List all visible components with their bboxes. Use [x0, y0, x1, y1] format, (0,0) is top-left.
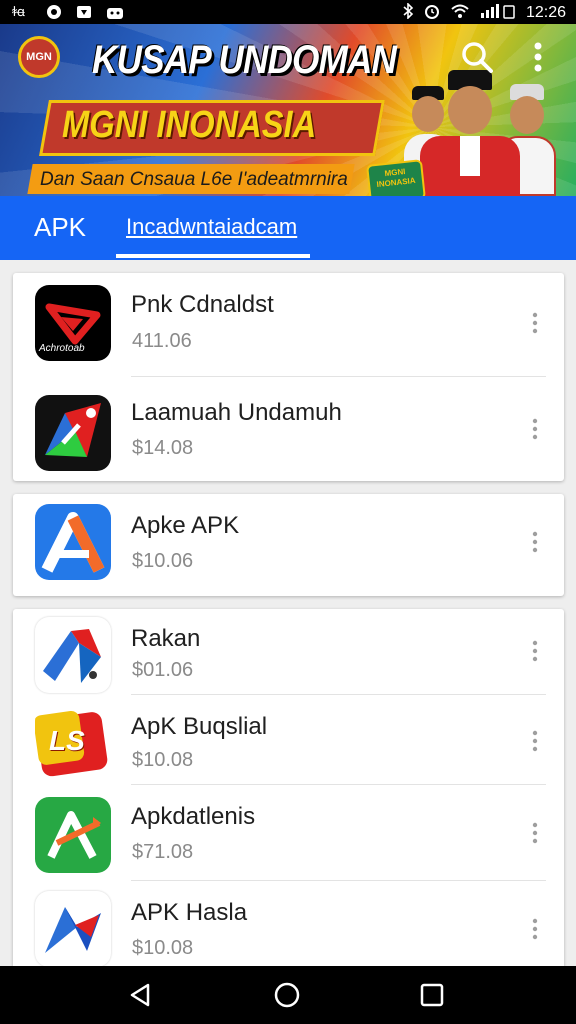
app-list-item[interactable]: Achrotoab Pnk Cdnaldst 411.06 [13, 273, 564, 377]
item-more-icon[interactable] [527, 729, 543, 753]
icon-caption: Achrotoab [39, 343, 85, 354]
message-icon [76, 4, 92, 23]
search-icon[interactable] [460, 40, 494, 74]
banner-tagline: Dan Saan Cnsaua L6e I'adeatmrnira [40, 169, 348, 190]
tab-bar: APK Incadwntaiadcam [0, 196, 576, 260]
app-name: APK Hasla [131, 899, 248, 926]
banner-subtitle: MGNI INONASIA [62, 104, 317, 146]
item-more-icon[interactable] [527, 417, 543, 441]
signal-icon [480, 3, 516, 22]
letter-a-logo-icon [35, 504, 111, 580]
navigation-bar [0, 966, 576, 1024]
bluetooth-icon [402, 2, 414, 22]
clock-time: 12:26 [525, 3, 566, 21]
app-name: Apke APK [131, 512, 240, 539]
alarm-icon [424, 3, 440, 22]
banner-badge: MGNI INONASIA [366, 159, 426, 196]
app-price: $14.08 [132, 437, 194, 459]
app-list-card: Achrotoab Pnk Cdnaldst 411.06 Laamuah Un… [13, 273, 564, 481]
app-list-card: Rakan $01.06 LS ApK Buqslial $10.08 Apkd… [13, 609, 564, 969]
notification-icon: ꬸꬰ [12, 3, 32, 24]
app-name: Laamuah Undamuh [131, 399, 342, 426]
more-options-icon[interactable] [528, 40, 548, 74]
app-list-item[interactable]: APK Hasla $10.08 [13, 881, 564, 969]
app-list-item[interactable]: Apke APK $10.06 [13, 494, 564, 596]
app-name: Rakan [131, 625, 201, 652]
app-list-item[interactable]: Rakan $01.06 [13, 609, 564, 695]
icon-caption: LS [49, 725, 85, 756]
blue-arrow-logo-icon [35, 891, 111, 967]
ls-letters-logo-icon: LS [35, 707, 111, 783]
app-name: Apkdatlenis [131, 803, 256, 830]
svg-text:ꬸꬰ: ꬸꬰ [12, 5, 25, 19]
app-logo[interactable]: MGN [18, 36, 60, 78]
app-price: $10.06 [132, 550, 194, 572]
app-list-item[interactable]: Apkdatlenis $71.08 [13, 785, 564, 881]
app-price: $71.08 [132, 841, 194, 863]
item-more-icon[interactable] [527, 639, 543, 663]
app-price: 411.06 [132, 330, 192, 352]
item-more-icon[interactable] [527, 821, 543, 845]
status-bar: ꬸꬰ 12:26 [0, 0, 576, 24]
promo-banner[interactable]: MGN KUSAP UNDOMAN MGNI INONASIA Dan Saan… [0, 24, 576, 196]
item-more-icon[interactable] [527, 530, 543, 554]
app-name: ApK Buqslial [131, 713, 268, 740]
home-icon[interactable] [271, 979, 303, 1011]
colorful-arrow-logo-icon [35, 395, 111, 471]
app-list-item[interactable]: LS ApK Buqslial $10.08 [13, 695, 564, 785]
app-list-card: Apke APK $10.06 [13, 494, 564, 596]
sync-icon [46, 4, 62, 23]
tab-apk[interactable]: APK [34, 212, 86, 243]
android-icon [106, 4, 124, 23]
back-icon[interactable] [124, 979, 156, 1011]
app-price: $01.06 [132, 659, 194, 681]
app-name: Pnk Cdnaldst [131, 291, 274, 318]
person-figure-center [420, 70, 520, 196]
app-list-item[interactable]: Laamuah Undamuh $14.08 [13, 377, 564, 481]
item-more-icon[interactable] [527, 311, 543, 335]
green-arrow-logo-icon [35, 797, 111, 873]
app-price: $10.08 [132, 937, 194, 959]
recents-icon[interactable] [416, 979, 448, 1011]
banner-title: KUSAP UNDOMAN [92, 38, 397, 82]
app-price: $10.08 [132, 749, 194, 771]
tricolor-chevron-logo-icon [35, 617, 111, 693]
wifi-icon [450, 3, 470, 22]
tab-downloads[interactable]: Incadwntaiadcam [126, 214, 297, 240]
play-triangle-logo-icon: Achrotoab [35, 285, 111, 361]
item-more-icon[interactable] [527, 917, 543, 941]
active-tab-indicator [116, 254, 310, 258]
